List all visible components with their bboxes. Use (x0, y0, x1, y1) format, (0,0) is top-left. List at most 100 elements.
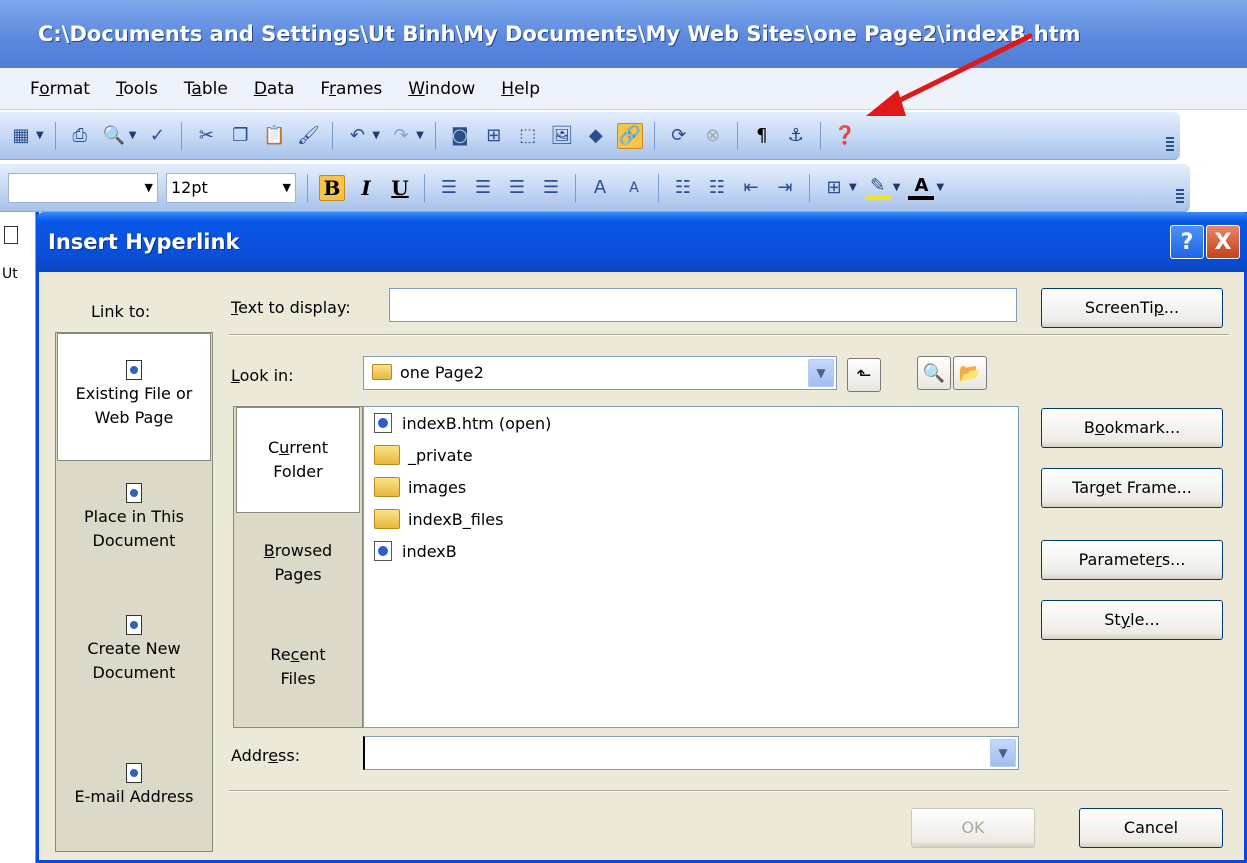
font-size-dropdown[interactable]: 12pt ▼ (166, 172, 296, 203)
toolbar-separator (819, 121, 821, 150)
font-name-dropdown[interactable]: ▼ (8, 172, 158, 203)
document-place-icon (126, 483, 142, 503)
file-list[interactable]: indexB.htm (open) _private images indexB… (363, 406, 1019, 728)
link-create-new-document[interactable]: Create New Document (57, 615, 211, 715)
link-existing-file[interactable]: Existing File or Web Page (57, 333, 211, 461)
dropdown-arrow-icon[interactable]: ▼ (990, 739, 1016, 767)
toolbar-options-grip[interactable] (1166, 137, 1174, 153)
drawing-icon[interactable]: ◆ (583, 123, 609, 149)
target-frame-button[interactable]: Target Frame... (1041, 468, 1223, 508)
highlight-icon[interactable]: ✎ (864, 175, 891, 200)
dropdown-arrow-icon[interactable]: ▼ (808, 359, 834, 387)
increase-indent-icon[interactable]: ⇥ (772, 175, 798, 201)
view-dropdown-icon[interactable]: ▼ (36, 130, 44, 141)
decrease-font-icon[interactable]: A (621, 175, 647, 201)
menu-tools[interactable]: Tools (114, 77, 160, 101)
toolbar-options-grip[interactable] (1176, 189, 1184, 205)
italic-button[interactable]: I (353, 175, 379, 201)
standard-toolbar: ▦ ▼ ⎙ 🔍 ▼ ✓ ✂ ❐ 📋 🖌 ↶ ▼ ↷ ▼ ◙ ⊞ ⬚ 🖼 ◆ 🔗 ⟳ ⊗ … (0, 112, 1180, 160)
show-all-icon[interactable]: ¶ (749, 123, 775, 149)
decrease-indent-icon[interactable]: ⇤ (738, 175, 764, 201)
increase-font-icon[interactable]: A (587, 175, 613, 201)
document-text: Ut (2, 266, 18, 282)
menu-bar: Format Tools Table Data Frames Window He… (0, 68, 1247, 110)
help-button[interactable]: ? (1170, 225, 1204, 259)
view-icon[interactable]: ▦ (8, 123, 34, 149)
preview-dropdown-icon[interactable]: ▼ (129, 130, 137, 141)
address-input[interactable]: ▼ (363, 736, 1019, 770)
help-icon[interactable]: ❓ (832, 123, 858, 149)
menu-help[interactable]: Help (499, 77, 542, 101)
style-button[interactable]: Style... (1041, 600, 1223, 640)
tab-browsed-line2: Pages (274, 565, 322, 584)
spelling-icon[interactable]: ✓ (144, 123, 170, 149)
menu-frames[interactable]: Frames (318, 77, 384, 101)
browse-web-button[interactable]: 🔍 (917, 356, 951, 390)
tab-browsed-line1: Browsed (263, 541, 333, 560)
text-to-display-input[interactable] (389, 288, 1017, 322)
browse-file-button[interactable]: 📂 (953, 356, 987, 390)
list-item[interactable]: indexB.htm (open) (374, 409, 551, 437)
borders-dropdown-icon[interactable]: ▼ (849, 182, 857, 193)
refresh-icon[interactable]: ⟳ (666, 123, 692, 149)
list-item[interactable]: indexB_files (374, 505, 503, 533)
print-icon[interactable]: ⎙ (67, 123, 93, 149)
tab-current-line1: Current (267, 438, 329, 457)
insert-hyperlink-icon[interactable]: 🔗 (616, 122, 643, 149)
menu-format[interactable]: Format (28, 77, 92, 101)
list-item[interactable]: _private (374, 441, 473, 469)
menu-table[interactable]: Table (182, 77, 230, 101)
stop-icon[interactable]: ⊗ (700, 123, 726, 149)
web-component-icon[interactable]: ◙ (447, 123, 473, 149)
justify-icon[interactable]: ☰ (538, 175, 564, 201)
borders-icon[interactable]: ⊞ (821, 175, 847, 201)
link-email-address[interactable]: E-mail Address (57, 763, 211, 833)
copy-icon[interactable]: ❐ (227, 123, 253, 149)
close-button[interactable]: X (1206, 225, 1240, 259)
format-painter-icon[interactable]: 🖌 (295, 123, 321, 149)
list-item[interactable]: images (374, 473, 466, 501)
formatting-toolbar: ▼ 12pt ▼ B I U ☰ ☰ ☰ ☰ A A ☷ ☷ ⇤ ⇥ ⊞ ▼ ✎ ▼ … (0, 164, 1190, 212)
cancel-button[interactable]: Cancel (1079, 808, 1223, 848)
font-color-dropdown-icon[interactable]: ▼ (936, 182, 944, 193)
bold-button[interactable]: B (319, 174, 345, 201)
cut-icon[interactable]: ✂ (193, 123, 219, 149)
tab-current-folder[interactable]: Current Folder (236, 407, 360, 513)
screentip-button[interactable]: ScreenTip... (1041, 288, 1223, 328)
tab-recent-files[interactable]: Recent Files (236, 643, 360, 703)
link-to-panel: Existing File or Web Page Place in This … (55, 332, 213, 852)
link-place-in-document[interactable]: Place in This Document (57, 483, 211, 583)
align-left-icon[interactable]: ☰ (436, 175, 462, 201)
ok-button[interactable]: OK (911, 808, 1035, 848)
up-one-folder-button[interactable]: ⬑ (847, 358, 881, 392)
redo-icon[interactable]: ↷ (388, 123, 414, 149)
toolbar-separator (736, 121, 738, 150)
font-color-icon[interactable]: A (908, 175, 935, 200)
menu-data[interactable]: Data (252, 77, 297, 101)
align-center-icon[interactable]: ☰ (470, 175, 496, 201)
bookmark-button[interactable]: Bookmark... (1041, 408, 1223, 448)
parameters-button[interactable]: Parameters... (1041, 540, 1223, 580)
list-item[interactable]: indexB (374, 537, 457, 565)
insert-table-icon[interactable]: ⊞ (481, 123, 507, 149)
insert-picture-icon[interactable]: 🖼 (549, 123, 575, 149)
paste-icon[interactable]: 📋 (261, 123, 287, 149)
look-in-dropdown[interactable]: one Page2 ▼ (363, 356, 837, 390)
bullets-icon[interactable]: ☷ (704, 175, 730, 201)
tab-current-line2: Folder (273, 462, 323, 481)
insert-layer-icon[interactable]: ⬚ (515, 123, 541, 149)
bookmark-anchor-icon[interactable]: ⚓ (783, 123, 809, 149)
numbering-icon[interactable]: ☷ (670, 175, 696, 201)
tab-recent-line1: Recent (270, 645, 326, 664)
tab-browsed-pages[interactable]: Browsed Pages (236, 539, 360, 599)
underline-button[interactable]: U (387, 175, 413, 201)
email-icon (126, 763, 142, 783)
undo-dropdown-icon[interactable]: ▼ (372, 130, 380, 141)
redo-dropdown-icon[interactable]: ▼ (416, 130, 424, 141)
highlight-dropdown-icon[interactable]: ▼ (893, 182, 901, 193)
align-right-icon[interactable]: ☰ (504, 175, 530, 201)
menu-window[interactable]: Window (406, 77, 477, 101)
undo-icon[interactable]: ↶ (344, 123, 370, 149)
print-preview-icon[interactable]: 🔍 (101, 123, 127, 149)
separator (229, 334, 1229, 336)
